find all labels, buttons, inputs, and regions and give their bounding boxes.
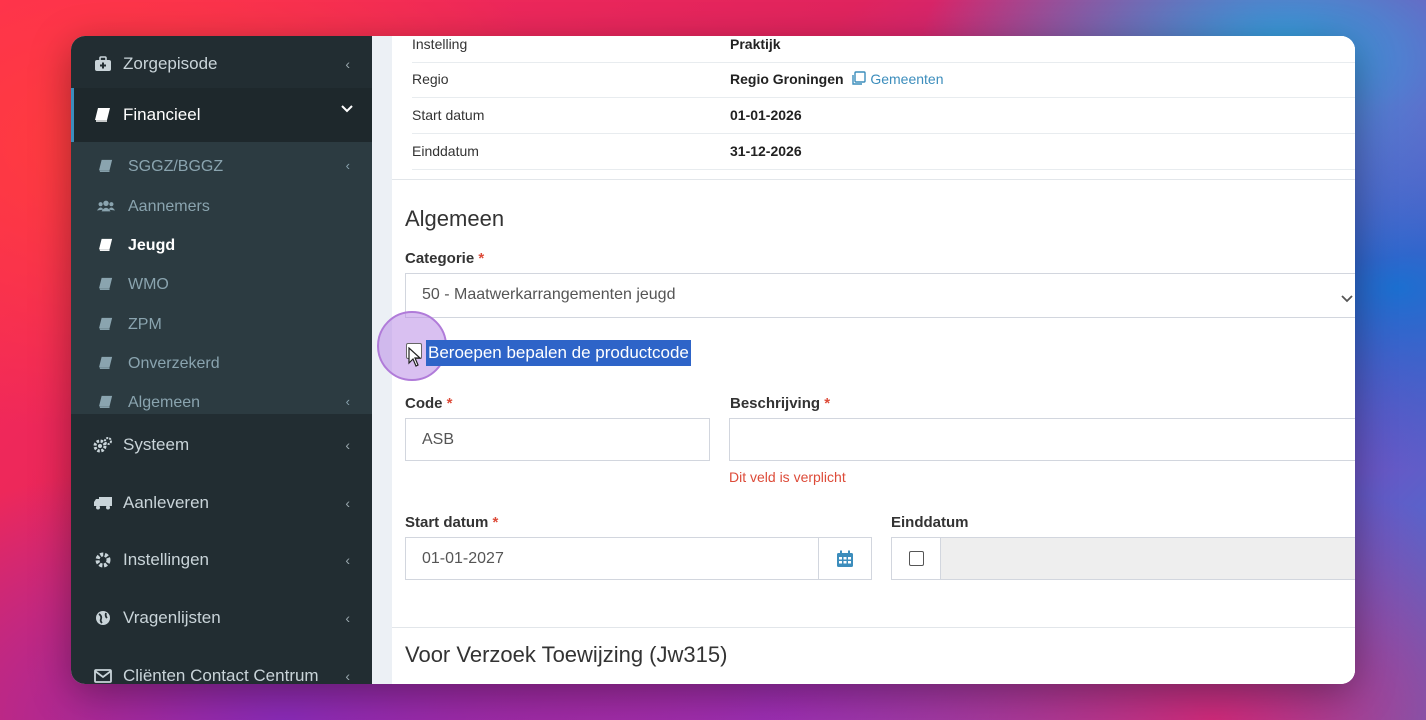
required-mark: * bbox=[446, 395, 453, 412]
sidebar-item-label: Instellingen bbox=[123, 550, 210, 569]
info-row-einddatum: Einddatum 31-12-2026 bbox=[412, 133, 1355, 170]
chevron-left-icon: ‹ bbox=[345, 495, 350, 511]
app-window: Zorgepisode ‹ Financieel SGGZ/BGGZ ‹ Aan… bbox=[71, 36, 1355, 684]
gear-icon bbox=[93, 550, 113, 570]
chevron-left-icon: ‹ bbox=[345, 668, 350, 684]
info-key: Start datum bbox=[412, 107, 485, 123]
calendar-button[interactable] bbox=[818, 537, 872, 580]
sidebar-item-label: Algemeen bbox=[128, 394, 201, 411]
chevron-down-icon bbox=[341, 100, 353, 118]
chevron-left-icon: ‹ bbox=[345, 610, 350, 626]
medkit-icon bbox=[93, 54, 113, 74]
gemeenten-link-label: Gemeenten bbox=[870, 71, 944, 87]
start-datum-input[interactable]: 01-01-2027 bbox=[405, 537, 819, 580]
sidebar-item-label: Zorgepisode bbox=[123, 54, 218, 73]
sidebar-item-label: ZPM bbox=[128, 316, 162, 333]
sidebar-item-label: Vragenlijsten bbox=[123, 608, 221, 627]
chevron-left-icon: ‹ bbox=[345, 56, 350, 72]
info-key: Einddatum bbox=[412, 143, 479, 159]
sidebar-item-label: Aannemers bbox=[128, 198, 210, 215]
book-icon bbox=[97, 393, 115, 411]
info-value: 01-01-2026 bbox=[730, 107, 802, 123]
gemeenten-link[interactable]: Gemeenten bbox=[847, 71, 944, 87]
main-content: Instelling Praktijk Regio Regio Groninge… bbox=[372, 36, 1355, 684]
book-icon bbox=[97, 157, 115, 175]
beschrijving-label: Beschrijving * bbox=[730, 395, 830, 412]
submenu-financieel: SGGZ/BGGZ ‹ Aannemers Jeugd WMO ZPM Onve… bbox=[71, 142, 372, 414]
book-icon bbox=[97, 315, 115, 333]
sidebar-item-label: Cliënten Contact Centrum bbox=[123, 666, 319, 684]
categorie-select-value: 50 - Maatwerkarrangementen jeugd bbox=[422, 286, 676, 303]
chevron-left-icon: ‹ bbox=[345, 158, 350, 173]
info-row-start-datum: Start datum 01-01-2026 bbox=[412, 97, 1355, 134]
code-input-value: ASB bbox=[422, 431, 455, 448]
code-label-text: Code bbox=[405, 395, 443, 412]
beroepen-checkbox-label[interactable]: Beroepen bepalen de productcode bbox=[426, 340, 691, 366]
sidebar-item-instellingen[interactable]: Instellingen ‹ bbox=[71, 540, 372, 580]
sidebar-item-label: Onverzekerd bbox=[128, 355, 220, 372]
cursor-icon bbox=[408, 347, 422, 367]
categorie-label: Categorie * bbox=[405, 250, 484, 267]
info-value: Praktijk bbox=[730, 36, 781, 52]
section-title-algemeen: Algemeen bbox=[405, 206, 505, 231]
chevron-left-icon: ‹ bbox=[345, 552, 350, 568]
sidebar: Zorgepisode ‹ Financieel SGGZ/BGGZ ‹ Aan… bbox=[71, 36, 375, 684]
sidebar-item-label: WMO bbox=[128, 276, 169, 293]
book-icon bbox=[97, 236, 115, 254]
sidebar-item-label: Systeem bbox=[123, 435, 190, 454]
required-mark: * bbox=[824, 395, 831, 412]
calendar-icon bbox=[837, 550, 853, 567]
sidebar-item-label: Financieel bbox=[123, 105, 201, 124]
sidebar-item-financieel[interactable]: Financieel bbox=[71, 88, 375, 142]
book-icon bbox=[97, 354, 115, 372]
truck-icon bbox=[93, 493, 113, 513]
info-value: Regio Groningen Gemeenten bbox=[730, 71, 944, 87]
cogs-icon bbox=[93, 435, 113, 455]
info-row-regio: Regio Regio Groningen Gemeenten bbox=[412, 61, 1355, 98]
code-input[interactable]: ASB bbox=[405, 418, 710, 461]
copy-icon bbox=[852, 71, 867, 85]
categorie-select[interactable]: 50 - Maatwerkarrangementen jeugd bbox=[405, 273, 1355, 318]
beschrijving-label-text: Beschrijving bbox=[730, 395, 821, 412]
users-icon bbox=[97, 197, 115, 215]
start-datum-label: Start datum * bbox=[405, 514, 498, 531]
info-key: Instelling bbox=[412, 36, 468, 52]
sidebar-item-label: Jeugd bbox=[128, 237, 176, 254]
sidebar-item-label: Aanleveren bbox=[123, 493, 210, 512]
categorie-label-text: Categorie bbox=[405, 250, 475, 267]
globe-icon bbox=[93, 608, 113, 628]
info-key: Regio bbox=[412, 71, 449, 87]
info-row-instelling: Instelling Praktijk bbox=[412, 36, 1355, 63]
envelope-icon bbox=[93, 666, 113, 684]
start-datum-label-text: Start datum bbox=[405, 514, 489, 531]
regio-value: Regio Groningen bbox=[730, 71, 844, 87]
book-icon bbox=[97, 275, 115, 293]
sidebar-item-label: SGGZ/BGGZ bbox=[128, 158, 224, 175]
beschrijving-input[interactable] bbox=[729, 418, 1355, 461]
required-mark: * bbox=[492, 514, 499, 531]
form-panel: Instelling Praktijk Regio Regio Groninge… bbox=[377, 36, 1355, 684]
chevron-down-icon bbox=[1341, 290, 1353, 308]
divider bbox=[392, 627, 1355, 628]
beschrijving-error: Dit veld is verplicht bbox=[729, 469, 846, 485]
book-icon bbox=[93, 105, 113, 125]
einddatum-checkbox-addon bbox=[891, 537, 941, 580]
sidebar-item-clienten-contact-centrum[interactable]: Cliënten Contact Centrum ‹ bbox=[71, 656, 372, 684]
einddatum-label: Einddatum bbox=[891, 514, 969, 531]
section-title-verzoek-toewijzing: Voor Verzoek Toewijzing (Jw315) bbox=[405, 642, 728, 667]
sidebar-item-vragenlijsten[interactable]: Vragenlijsten ‹ bbox=[71, 598, 372, 638]
chevron-left-icon: ‹ bbox=[345, 437, 350, 453]
divider bbox=[392, 179, 1355, 180]
sidebar-item-systeem[interactable]: Systeem ‹ bbox=[71, 425, 372, 465]
start-datum-value: 01-01-2027 bbox=[422, 550, 504, 567]
sidebar-item-aanleveren[interactable]: Aanleveren ‹ bbox=[71, 483, 372, 523]
einddatum-input bbox=[940, 537, 1355, 580]
required-mark: * bbox=[478, 250, 485, 267]
code-label: Code * bbox=[405, 395, 453, 412]
chevron-left-icon: ‹ bbox=[345, 394, 350, 409]
sidebar-item-zorgepisode[interactable]: Zorgepisode ‹ bbox=[71, 44, 372, 84]
einddatum-checkbox[interactable] bbox=[908, 551, 924, 566]
info-value: 31-12-2026 bbox=[730, 143, 802, 159]
